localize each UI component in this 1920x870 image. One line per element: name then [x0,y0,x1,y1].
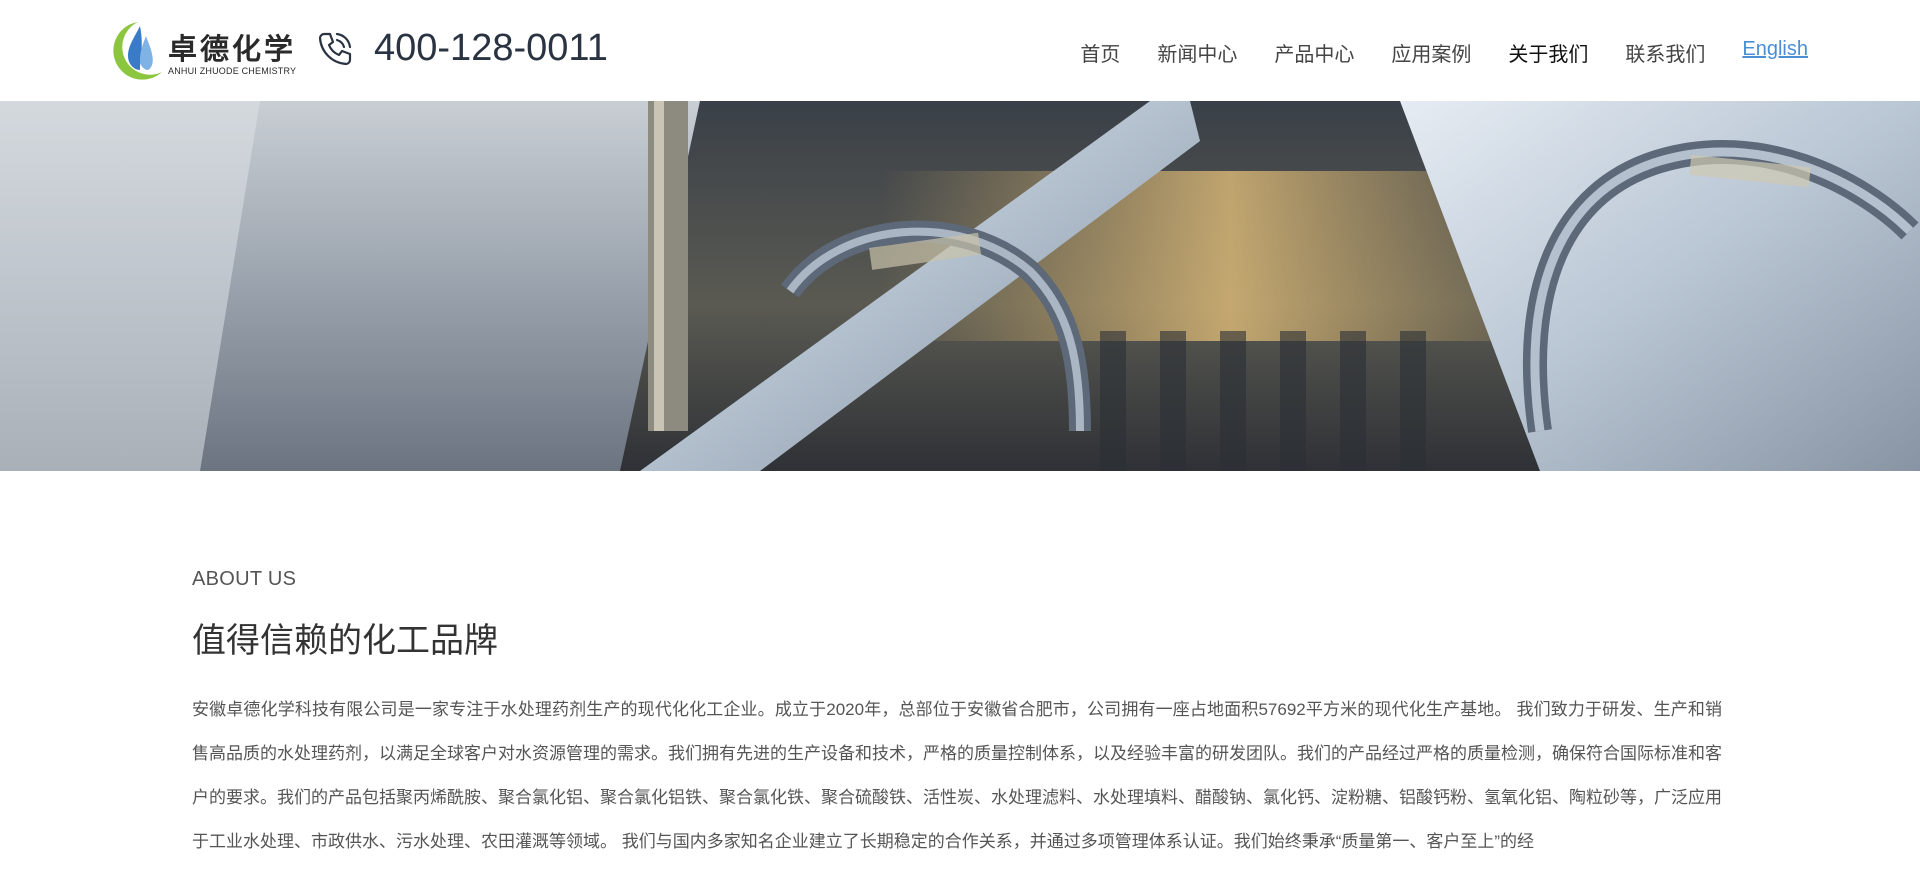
industrial-pipes-image [0,101,1920,471]
phone-icon [318,32,352,66]
nav-products[interactable]: 产品中心 [1274,38,1354,67]
nav-news[interactable]: 新闻中心 [1157,38,1237,67]
section-eyebrow: ABOUT US [192,568,297,590]
section-title: 值得信赖的化工品牌 [192,622,498,660]
nav-cases[interactable]: 应用案例 [1391,38,1471,67]
main-nav: 首页 新闻中心 产品中心 应用案例 关于我们 联系我们 English [1043,38,1808,67]
logo-name-cn: 卓德化学 [168,32,297,66]
section-body: 安徽卓德化学科技有限公司是一家专注于水处理药剂生产的现代化化工企业。成立于202… [192,700,1722,851]
nav-about[interactable]: 关于我们 [1508,38,1588,67]
nav-contact[interactable]: 联系我们 [1625,38,1705,67]
hero-banner-image [0,101,1920,471]
logo-name-en: ANHUI ZHUODE CHEMISTRY [168,66,297,76]
hotline-number[interactable]: 400-128-0011 [374,27,608,70]
about-section: ABOUT US 值得信赖的化工品牌 安徽卓德化学科技有限公司是一家专注于水处理… [192,568,1722,864]
site-header: 卓德化学 ANHUI ZHUODE CHEMISTRY 400-128-0011… [0,0,1920,101]
company-logo[interactable]: 卓德化学 ANHUI ZHUODE CHEMISTRY [104,18,297,84]
nav-english[interactable]: English [1742,38,1808,67]
logo-mark-icon [113,22,162,80]
nav-home[interactable]: 首页 [1080,38,1120,67]
